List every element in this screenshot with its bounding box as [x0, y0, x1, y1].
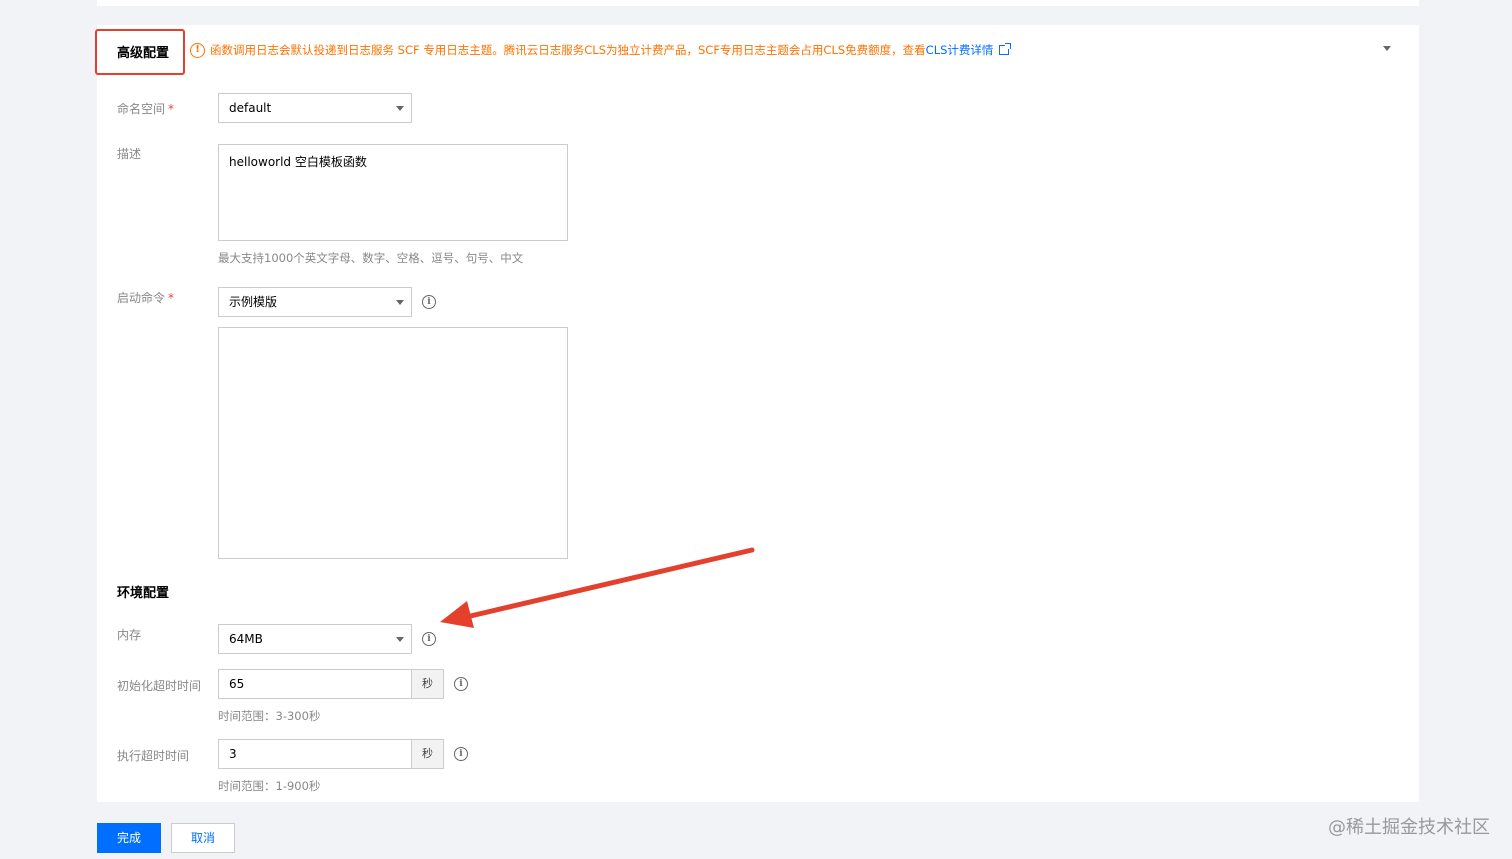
log-notice: ! 函数调用日志会默认投递到日志服务 SCF 专用日志主题。腾讯云日志服务CLS…: [190, 42, 1012, 58]
memory-value: 64MB: [229, 632, 263, 646]
exec-timeout-unit: 秒: [412, 739, 444, 769]
memory-select[interactable]: 64MB: [218, 624, 412, 654]
chevron-down-icon: [396, 106, 404, 111]
startup-command-label: 启动命令 *: [117, 291, 175, 305]
advanced-config-panel: 高级配置 ! 函数调用日志会默认投递到日志服务 SCF 专用日志主题。腾讯云日志…: [95, 25, 1419, 802]
description-label: 描述: [117, 147, 142, 161]
namespace-value: default: [229, 101, 272, 115]
chevron-down-icon: [396, 300, 404, 305]
env-config-title: 环境配置: [117, 586, 170, 601]
startup-script-textarea[interactable]: [218, 327, 568, 559]
namespace-select[interactable]: default: [218, 93, 412, 123]
init-timeout-label: 初始化超时时间: [117, 679, 202, 693]
startup-command-value: 示例模版: [229, 295, 278, 309]
info-icon[interactable]: i: [454, 677, 468, 691]
exec-timeout-hint: 时间范围：1-900秒: [218, 779, 321, 793]
advanced-config-title[interactable]: 高级配置: [117, 42, 169, 61]
chevron-down-icon: [396, 637, 404, 642]
previous-panel-edge: [97, 0, 1419, 6]
memory-label: 内存: [117, 628, 142, 642]
confirm-button[interactable]: 完成: [97, 823, 161, 853]
init-timeout-input[interactable]: 65: [218, 669, 412, 699]
info-icon[interactable]: i: [422, 632, 436, 646]
description-hint: 最大支持1000个英文字母、数字、空格、逗号、句号、中文: [218, 251, 524, 265]
info-icon[interactable]: i: [454, 747, 468, 761]
info-icon[interactable]: i: [422, 295, 436, 309]
namespace-label: 命名空间 *: [117, 102, 175, 116]
exec-timeout-input[interactable]: 3: [218, 739, 412, 769]
cls-billing-link[interactable]: CLS计费详情: [926, 42, 994, 58]
init-timeout-hint: 时间范围：3-300秒: [218, 709, 321, 723]
init-timeout-unit: 秒: [412, 669, 444, 699]
log-notice-text: 函数调用日志会默认投递到日志服务 SCF 专用日志主题。腾讯云日志服务CLS为独…: [210, 43, 926, 57]
cancel-button[interactable]: 取消: [171, 823, 235, 853]
external-link-icon[interactable]: [999, 43, 1012, 55]
description-textarea[interactable]: helloworld 空白模板函数: [218, 144, 568, 241]
warning-icon: !: [190, 42, 205, 58]
exec-timeout-label: 执行超时时间: [117, 749, 190, 763]
watermark: @稀土掘金技术社区: [1328, 817, 1490, 838]
collapse-caret-icon[interactable]: [1383, 46, 1391, 51]
startup-command-select[interactable]: 示例模版: [218, 287, 412, 317]
